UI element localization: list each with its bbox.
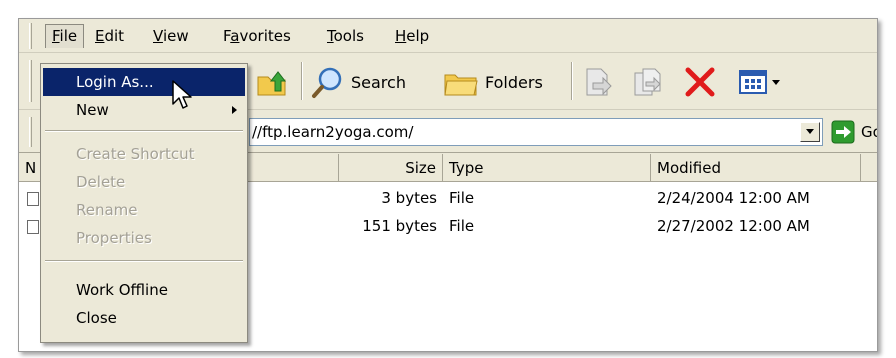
menu-bar: File Edit View Favorites Tools Help	[19, 19, 877, 53]
column-header-filler	[861, 154, 877, 182]
file-menu-dropdown: Login As... New Create Shortcut Delete R…	[40, 63, 248, 343]
row-type: File	[449, 189, 475, 207]
up-folder-icon	[257, 71, 287, 96]
up-folder-button[interactable]	[255, 60, 289, 104]
address-value: //ftp.learn2yoga.com/	[252, 123, 414, 141]
views-icon	[739, 70, 767, 94]
menu-item-close[interactable]: Close	[43, 304, 245, 332]
row-modified: 2/24/2004 12:00 AM	[657, 189, 810, 207]
menu-tools[interactable]: Tools	[321, 24, 370, 48]
move-to-button[interactable]	[581, 60, 615, 104]
menu-item-new[interactable]: New	[43, 96, 245, 124]
chevron-down-icon	[806, 129, 814, 134]
go-arrow-icon	[831, 120, 855, 144]
address-dropdown-button[interactable]	[800, 122, 820, 142]
submenu-arrow-icon	[232, 106, 237, 114]
copy-to-button[interactable]	[631, 60, 665, 104]
menu-edit[interactable]: Edit	[89, 24, 130, 48]
folders-icon	[444, 74, 478, 96]
search-label: Search	[351, 72, 406, 92]
menu-favorites[interactable]: Favorites	[217, 24, 297, 48]
row-type: File	[449, 217, 475, 235]
file-icon	[27, 220, 39, 234]
copy-to-icon	[634, 68, 661, 96]
folders-button[interactable]: Folders	[443, 60, 543, 104]
delete-icon	[685, 67, 715, 97]
menu-item-delete[interactable]: Delete	[43, 168, 245, 196]
menu-item-work-offline[interactable]: Work Offline	[43, 276, 245, 304]
search-icon	[312, 67, 342, 98]
menu-item-login-as[interactable]: Login As...	[43, 68, 245, 96]
menu-item-properties[interactable]: Properties	[43, 224, 245, 252]
menu-item-rename[interactable]: Rename	[43, 196, 245, 224]
column-header-modified[interactable]: Modified	[651, 154, 861, 182]
chevron-down-icon[interactable]	[771, 65, 781, 99]
go-button[interactable]: Go	[831, 118, 877, 146]
move-to-icon	[586, 68, 612, 96]
addressbar-grip[interactable]	[29, 117, 32, 147]
row-size: 151 bytes	[362, 217, 437, 235]
menubar-grip[interactable]	[29, 23, 32, 49]
column-header-type[interactable]: Type	[443, 154, 651, 182]
toolbar-separator	[571, 62, 573, 100]
search-button[interactable]: Search	[311, 60, 406, 104]
menu-item-create-shortcut[interactable]: Create Shortcut	[43, 140, 245, 168]
mouse-cursor-icon	[172, 80, 192, 109]
menu-separator	[45, 130, 243, 132]
row-modified: 2/27/2002 12:00 AM	[657, 217, 810, 235]
views-button[interactable]	[737, 60, 781, 104]
menu-file[interactable]: File	[45, 24, 85, 48]
delete-button[interactable]	[683, 60, 717, 104]
menu-separator	[45, 260, 243, 262]
column-header-size[interactable]: Size	[339, 154, 443, 182]
toolbar-separator	[301, 62, 303, 100]
menu-item-new-label: New	[76, 101, 109, 119]
folders-label: Folders	[485, 72, 543, 92]
menu-view[interactable]: View	[147, 24, 195, 48]
address-input[interactable]: //ftp.learn2yoga.com/	[249, 118, 823, 146]
toolbar-grip[interactable]	[29, 60, 32, 102]
file-icon	[27, 192, 39, 206]
go-label: Go	[861, 123, 877, 141]
row-size: 3 bytes	[381, 189, 437, 207]
menu-help[interactable]: Help	[389, 24, 435, 48]
